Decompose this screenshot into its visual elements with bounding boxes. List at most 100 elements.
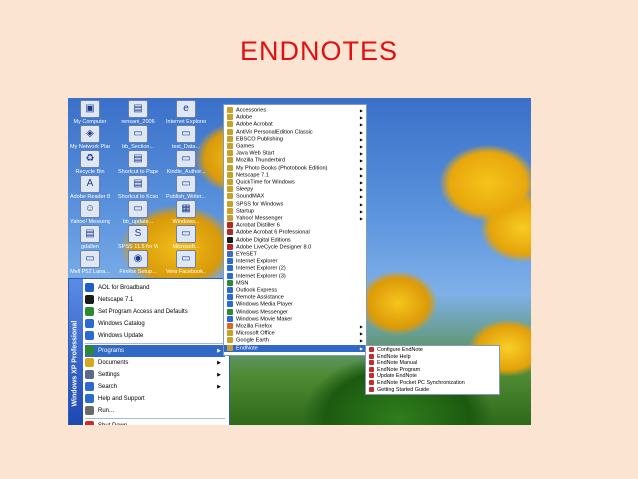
programs-item-label: Adobe LiveCycle Designer 8.0 xyxy=(236,244,312,251)
desktop-icon[interactable]: ▭ bb_Section... xyxy=(118,125,158,150)
endnote-menu-item[interactable]: EndNote Pocket PC Synchronization xyxy=(366,380,499,387)
document-icon: ▭ xyxy=(80,250,100,268)
desktop-icon[interactable]: ▭ test_Data... xyxy=(166,125,206,150)
submenu-arrow-icon: ▶ xyxy=(217,348,221,354)
desktop-icon[interactable]: ▭ Kindle_Author... xyxy=(166,150,206,175)
start-item-run[interactable]: Run... xyxy=(85,405,225,417)
program-group-icon xyxy=(227,215,233,221)
endnote-menu-item[interactable]: EndNote Program xyxy=(366,367,499,374)
submenu-arrow-icon: ▶ xyxy=(217,372,221,378)
desktop-icon-label: Firefox Setup... xyxy=(119,269,157,275)
submenu-arrow-icon: ▶ xyxy=(217,360,221,366)
program-access-icon xyxy=(85,306,94,316)
program-icon xyxy=(227,272,233,279)
program-group-icon xyxy=(227,164,233,171)
programs-item-label: Microsoft Office xyxy=(236,330,275,337)
endnote-menu-item[interactable]: Getting Started Guide xyxy=(366,387,499,394)
start-pinned-item[interactable]: Windows Update xyxy=(85,330,225,342)
start-item-label: Settings xyxy=(98,372,120,378)
desktop-icon[interactable]: ▭ Microsoft... xyxy=(166,225,206,250)
settings-icon xyxy=(85,369,94,379)
desktop-icon[interactable]: ▭ Mell P52 Lana... xyxy=(70,250,110,275)
program-icon xyxy=(227,294,233,301)
programs-item-label: My Photo Books (Photobook Edition) xyxy=(236,165,328,172)
start-item-help-and-support[interactable]: Help and Support xyxy=(85,393,225,405)
start-menu-separator xyxy=(85,418,225,419)
window-icon: ▦ xyxy=(176,200,196,218)
endnote-menu-item[interactable]: Configure EndNote xyxy=(366,347,499,354)
program-group-icon xyxy=(227,121,233,128)
program-icon xyxy=(227,258,233,265)
program-icon xyxy=(227,301,233,308)
desktop-icon[interactable]: ▭ Vera Facebook... xyxy=(166,250,206,275)
endnote-icon xyxy=(369,366,374,372)
programs-item-label: Mozilla Firefox xyxy=(236,323,273,330)
document-icon: ▭ xyxy=(176,150,196,168)
slide-title: ENDNOTES xyxy=(239,36,399,66)
desktop-icon[interactable]: SSPSS 11.5 for Windows xyxy=(118,225,158,250)
programs-item-label: QuickTime for Windows xyxy=(236,179,295,186)
endnote-item-label: EndNote Manual xyxy=(377,360,418,367)
programs-item-label: Internet Explorer xyxy=(236,258,278,265)
endnote-item-label: Update EndNote xyxy=(377,373,417,380)
endnote-menu-item[interactable]: Update EndNote xyxy=(366,373,499,380)
catalog-icon xyxy=(85,318,94,328)
programs-item-label: Accessories xyxy=(236,107,267,114)
start-item-search[interactable]: Search ▶ xyxy=(85,381,225,393)
program-group-icon xyxy=(227,107,233,113)
start-item-label: AOL for Broadband xyxy=(98,285,150,291)
program-icon xyxy=(227,236,233,243)
desktop-icon[interactable]: ▦ Windows... xyxy=(166,200,206,225)
document-icon: ▭ xyxy=(176,250,196,268)
endnote-menu-item[interactable]: EndNote Help xyxy=(366,354,499,361)
desktop-icon[interactable]: ▭ bb_update... xyxy=(118,200,158,225)
folder-icon: ▤ xyxy=(128,100,148,118)
program-icon xyxy=(227,279,233,286)
start-item-label: Shut Down... xyxy=(98,423,132,425)
desktop-icon[interactable]: ♻ Recycle Bin xyxy=(70,150,110,175)
desktop-icon[interactable]: ▭ Publish_Writer... xyxy=(166,175,206,200)
programs-item-label: Outlook Express xyxy=(236,287,278,294)
programs-item-label: Java Web Start xyxy=(236,150,275,157)
desktop-icon[interactable]: e Internet Explorer xyxy=(166,100,206,125)
desktop-icon[interactable]: A Adobe Reader 8 xyxy=(70,175,110,200)
desktop-icon[interactable]: ◉ Firefox Setup... xyxy=(118,250,158,275)
program-group-icon xyxy=(227,114,233,121)
endnote-menu-item[interactable]: EndNote Manual xyxy=(366,360,499,367)
program-icon xyxy=(227,287,233,293)
start-pinned-item[interactable]: Windows Catalog xyxy=(85,318,225,330)
desktop-icon[interactable]: ▤Shortcut to Papers xyxy=(118,150,158,175)
folder-icon: ▤ xyxy=(128,150,148,168)
desktop-icon[interactable]: ▣ My Computer xyxy=(70,100,110,125)
desktop-icon[interactable]: ▤Shortcut to Kcsoftware xyxy=(118,175,158,200)
document-icon: ▭ xyxy=(128,125,148,143)
endnote-icon xyxy=(369,353,374,359)
start-item-settings[interactable]: Settings ▶ xyxy=(85,369,225,381)
document-icon: ▭ xyxy=(176,125,196,143)
programs-menu-item[interactable]: EndNote ▶ xyxy=(224,344,366,353)
start-item-programs[interactable]: Programs ▶ xyxy=(85,345,225,357)
shutdown-button[interactable]: Shut Down... xyxy=(85,420,225,425)
start-pinned-item[interactable]: Netscape 7.1 xyxy=(85,294,225,306)
document-icon: ▭ xyxy=(176,175,196,193)
desktop-icon[interactable]: ◈My Network Places xyxy=(70,125,110,150)
aol-icon xyxy=(85,282,94,292)
desktop-icon[interactable]: ☺Yahoo! Messenger xyxy=(70,200,110,225)
endnote-icon xyxy=(369,380,374,386)
start-pinned-item[interactable]: AOL for Broadband xyxy=(85,282,225,294)
desktop-screenshot: ▣ My Computer ▤ rensani_2006 e Internet Explo… xyxy=(68,98,531,425)
desktop-icon-label: Mell P52 Lana... xyxy=(70,269,110,275)
programs-item-label: Adobe xyxy=(236,114,253,121)
desktop-icon[interactable]: ▤ rensani_2006 xyxy=(118,100,158,125)
start-item-documents[interactable]: Documents ▶ xyxy=(85,357,225,369)
desktop-icon[interactable]: ▤ gdallen xyxy=(70,225,110,250)
programs-item-label: SoundMAX xyxy=(236,193,265,200)
start-pinned-item[interactable]: Set Program Access and Defaults xyxy=(85,306,225,318)
recycle-bin-icon: ♻ xyxy=(80,150,100,168)
endnote-icon xyxy=(369,386,374,392)
program-group-icon xyxy=(227,143,233,149)
program-group-icon xyxy=(227,135,233,142)
programs-item-label: Google Earth xyxy=(236,337,269,344)
programs-item-label: EYeSET xyxy=(236,251,257,258)
endnote-item-label: EndNote Program xyxy=(377,366,421,373)
